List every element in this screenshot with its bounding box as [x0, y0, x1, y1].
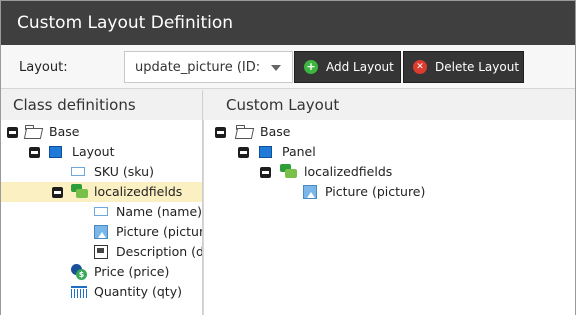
collapse-toggle-icon[interactable]: [52, 187, 63, 198]
tree-node-name[interactable]: Name (name): [1, 202, 202, 222]
custom-layout-panel: Custom Layout Base Panel localizedfields…: [204, 90, 575, 315]
layout-node-picture[interactable]: Picture (picture): [204, 182, 575, 202]
tree-node-label: localizedfields: [304, 164, 393, 179]
tree-node-label: Panel: [282, 144, 316, 159]
tree-node-label: localizedfields: [94, 184, 183, 199]
collapse-toggle-icon[interactable]: [29, 147, 40, 158]
wysiwyg-icon: [94, 245, 108, 259]
class-definitions-title: Class definitions: [1, 90, 202, 120]
layout-node-panel[interactable]: Panel: [204, 142, 575, 162]
tree-node-base[interactable]: Base: [1, 122, 202, 142]
tree-node-price[interactable]: $ Price (price): [1, 262, 202, 282]
toolbar: Layout: update_picture (ID: + Add Layout…: [1, 45, 575, 89]
folder-open-icon: [236, 125, 252, 138]
layout-node-base[interactable]: Base: [204, 122, 575, 142]
price-icon: $: [71, 264, 87, 280]
tree-node-label: Price (price): [94, 264, 170, 279]
tree-node-label: Name (name): [116, 204, 203, 219]
localized-fields-icon: [71, 184, 88, 200]
folder-open-icon: [25, 125, 41, 138]
tree-node-label: Picture (picture): [325, 184, 426, 199]
localized-fields-icon: [280, 164, 297, 180]
tree-node-layout[interactable]: Layout: [1, 142, 202, 162]
delete-layout-button[interactable]: ✕ Delete Layout: [403, 51, 524, 83]
image-icon: [94, 225, 108, 239]
quantity-icon: [71, 286, 87, 298]
tree-node-sku[interactable]: SKU (sku): [1, 162, 202, 182]
add-layout-label: Add Layout: [326, 60, 394, 74]
panel-square-icon: [259, 146, 272, 158]
custom-layout-window: Custom Layout Definition Layout: update_…: [0, 0, 576, 315]
class-definitions-panel: Class definitions Base Layout SKU (sku) …: [1, 90, 203, 315]
tree-node-label: Layout: [72, 144, 115, 159]
tree-node-label: SKU (sku): [94, 164, 154, 179]
tree-node-label: Picture (picture: [116, 224, 203, 239]
tree-node-label: Base: [260, 124, 291, 139]
collapse-toggle-icon[interactable]: [260, 167, 271, 178]
layout-select[interactable]: update_picture (ID:: [124, 51, 293, 83]
tree-node-label: Base: [49, 124, 80, 139]
layout-square-icon: [49, 146, 62, 158]
input-field-icon: [94, 207, 108, 216]
tree-node-label: Description (de: [116, 244, 203, 259]
image-icon: [303, 185, 317, 199]
collapse-toggle-icon[interactable]: [238, 147, 249, 158]
tree-node-label: Quantity (qty): [94, 284, 182, 299]
tree-node-quantity[interactable]: Quantity (qty): [1, 282, 202, 302]
collapse-toggle-icon[interactable]: [7, 127, 18, 138]
layout-label: Layout:: [19, 60, 68, 75]
close-icon: ✕: [413, 60, 427, 74]
add-layout-button[interactable]: + Add Layout: [294, 51, 401, 83]
delete-layout-label: Delete Layout: [435, 60, 520, 74]
plus-icon: +: [304, 60, 318, 74]
layout-node-localizedfields[interactable]: localizedfields: [204, 162, 575, 182]
window-title: Custom Layout Definition: [1, 1, 575, 45]
tree-node-description[interactable]: Description (de: [1, 242, 202, 262]
tree-node-localizedfields[interactable]: localizedfields: [1, 182, 202, 202]
custom-layout-title: Custom Layout: [204, 90, 575, 120]
layout-select-value: update_picture (ID:: [135, 60, 261, 75]
chevron-down-icon[interactable]: [271, 65, 281, 71]
input-field-icon: [71, 167, 85, 176]
collapse-toggle-icon[interactable]: [215, 127, 226, 138]
tree-node-picture[interactable]: Picture (picture: [1, 222, 202, 242]
